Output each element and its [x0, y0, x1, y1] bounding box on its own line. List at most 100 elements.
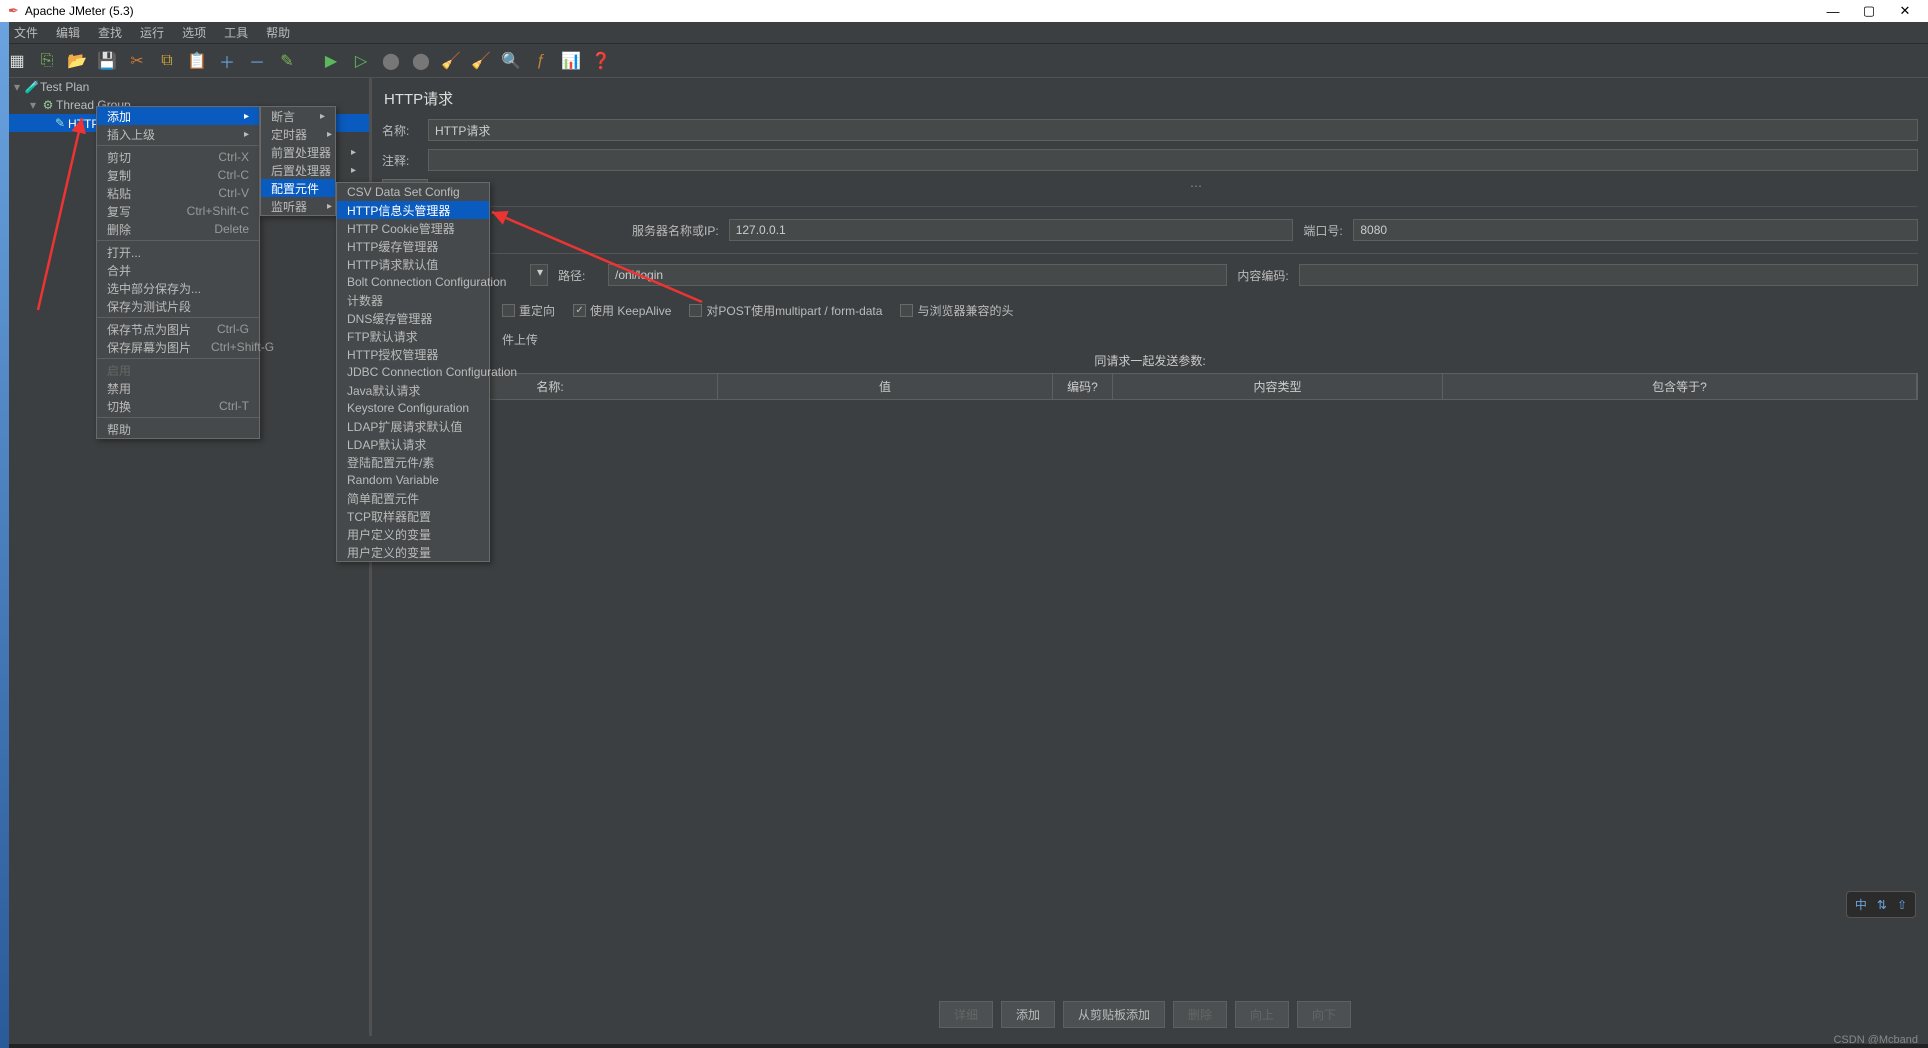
browser-checkbox[interactable]: 与浏览器兼容的头 — [900, 302, 1013, 319]
ctx3-item[interactable]: HTTP请求默认值 — [337, 255, 489, 273]
ctx3-item[interactable]: HTTP Cookie管理器 — [337, 219, 489, 237]
ctx3-item[interactable]: JDBC Connection Configuration — [337, 363, 489, 381]
ctx1-item[interactable]: 复制Ctrl-C — [97, 166, 259, 184]
ctx3-item[interactable]: 登陆配置元件/素 — [337, 453, 489, 471]
ctx1-item[interactable]: 添加▸ — [97, 107, 259, 125]
search-icon[interactable]: 🔍 — [500, 50, 522, 72]
col-encode[interactable]: 编码? — [1053, 374, 1113, 399]
menu-tools[interactable]: 工具 — [216, 21, 256, 44]
clipboard-button[interactable]: 从剪贴板添加 — [1063, 1001, 1165, 1028]
open-icon[interactable]: 📂 — [66, 50, 88, 72]
clearall-icon[interactable]: 🧹 — [470, 50, 492, 72]
down-button[interactable]: 向下 — [1297, 1001, 1351, 1028]
ctx1-item[interactable]: 保存为测试片段 — [97, 297, 259, 315]
ctx1-item[interactable]: 剪切Ctrl-X — [97, 148, 259, 166]
cut-icon[interactable]: ✂ — [126, 50, 148, 72]
ctx1-item[interactable]: 禁用 — [97, 379, 259, 397]
ctx1-item[interactable]: 打开... — [97, 243, 259, 261]
ctx2-item[interactable]: 配置元件▸ — [261, 179, 335, 197]
delete-button[interactable]: 删除 — [1173, 1001, 1227, 1028]
help-icon[interactable]: ❓ — [590, 50, 612, 72]
ctx1-item[interactable]: 复写Ctrl+Shift-C — [97, 202, 259, 220]
wand-icon[interactable]: ✎ — [276, 50, 298, 72]
ctx1-item[interactable]: 插入上级▸ — [97, 125, 259, 143]
ctx1-item[interactable]: 启用 — [97, 361, 259, 379]
float-icon-a[interactable]: 中 — [1855, 896, 1867, 913]
ctx2-item[interactable]: 定时器▸ — [261, 125, 335, 143]
ctx1-item[interactable]: 切换Ctrl-T — [97, 397, 259, 415]
ctx3-item[interactable]: LDAP扩展请求默认值 — [337, 417, 489, 435]
clear-icon[interactable]: 🧹 — [440, 50, 462, 72]
ctx1-item[interactable]: 帮助 — [97, 420, 259, 438]
menu-options[interactable]: 选项 — [174, 21, 214, 44]
ctx3-item[interactable]: CSV Data Set Config — [337, 183, 489, 201]
redirect-checkbox[interactable]: 重定向 — [502, 302, 555, 319]
close-button[interactable]: ✕ — [1898, 4, 1912, 18]
templates-icon[interactable]: ⎘ — [36, 50, 58, 72]
ctx3-item[interactable]: Java默认请求 — [337, 381, 489, 399]
tree-testplan[interactable]: ▾🧪 Test Plan — [0, 78, 369, 96]
stop-icon[interactable]: ⬤ — [380, 50, 402, 72]
ctx3-item[interactable]: 计数器 — [337, 291, 489, 309]
remove-icon[interactable]: － — [246, 50, 268, 72]
new-icon[interactable]: ▦ — [6, 50, 28, 72]
ctx3-item[interactable]: LDAP默认请求 — [337, 435, 489, 453]
ctx2-item[interactable]: 前置处理器▸ — [261, 143, 335, 161]
float-icon-b[interactable]: ⇅ — [1877, 898, 1887, 912]
ctx1-item[interactable]: 保存屏幕为图片Ctrl+Shift-G — [97, 338, 259, 356]
menu-file[interactable]: 文件 — [6, 21, 46, 44]
start-notimers-icon[interactable]: ▷ — [350, 50, 372, 72]
upload-tab-label[interactable]: 件上传 — [382, 331, 1918, 348]
ctx3-item[interactable]: 简单配置元件 — [337, 489, 489, 507]
keepalive-checkbox[interactable]: ✓使用 KeepAlive — [573, 302, 671, 319]
method-dropdown-caret[interactable]: ▾ — [530, 264, 548, 286]
up-button[interactable]: 向上 — [1235, 1001, 1289, 1028]
minimize-button[interactable]: — — [1826, 4, 1840, 18]
ctx3-item[interactable]: 用户定义的变量 — [337, 525, 489, 543]
add-icon[interactable]: ＋ — [216, 50, 238, 72]
encoding-input[interactable] — [1299, 264, 1918, 286]
ctx3-item[interactable]: FTP默认请求 — [337, 327, 489, 345]
float-toolbar[interactable]: 中 ⇅ ⇧ — [1846, 891, 1916, 918]
multipart-checkbox[interactable]: 对POST使用multipart / form-data — [689, 302, 882, 319]
save-icon[interactable]: 💾 — [96, 50, 118, 72]
ctx3-item[interactable]: 用户定义的变量 — [337, 543, 489, 561]
port-input[interactable] — [1353, 219, 1918, 241]
col-value[interactable]: 值 — [718, 374, 1053, 399]
menu-help[interactable]: 帮助 — [258, 21, 298, 44]
ctx3-item[interactable]: HTTP授权管理器 — [337, 345, 489, 363]
ctx3-item[interactable]: HTTP缓存管理器 — [337, 237, 489, 255]
copy-icon[interactable]: ⧉ — [156, 50, 178, 72]
detail-button[interactable]: 详细 — [939, 1001, 993, 1028]
ctx2-item[interactable]: 监听器▸ — [261, 197, 335, 215]
ctx1-item[interactable]: 选中部分保存为... — [97, 279, 259, 297]
ctx3-item[interactable]: DNS缓存管理器 — [337, 309, 489, 327]
ctx1-item[interactable]: 合并 — [97, 261, 259, 279]
ctx3-item[interactable]: TCP取样器配置 — [337, 507, 489, 525]
ctx1-item[interactable]: 粘贴Ctrl-V — [97, 184, 259, 202]
add-button[interactable]: 添加 — [1001, 1001, 1055, 1028]
menu-run[interactable]: 运行 — [132, 21, 172, 44]
menu-edit[interactable]: 编辑 — [48, 21, 88, 44]
float-icon-c[interactable]: ⇧ — [1897, 898, 1907, 912]
ctx2-item[interactable]: 后置处理器▸ — [261, 161, 335, 179]
ctx1-item[interactable]: 保存节点为图片Ctrl-G — [97, 320, 259, 338]
ctx3-item[interactable]: Random Variable — [337, 471, 489, 489]
ctx3-item[interactable]: Bolt Connection Configuration — [337, 273, 489, 291]
function-icon[interactable]: ƒ — [530, 50, 552, 72]
path-input[interactable] — [608, 264, 1227, 286]
ctx2-item[interactable]: 断言▸ — [261, 107, 335, 125]
ctx3-item[interactable]: Keystore Configuration — [337, 399, 489, 417]
comment-input[interactable] — [428, 149, 1918, 171]
col-include[interactable]: 包含等于? — [1443, 374, 1917, 399]
maximize-button[interactable]: ▢ — [1862, 4, 1876, 18]
report-icon[interactable]: 📊 — [560, 50, 582, 72]
server-input[interactable] — [729, 219, 1294, 241]
menu-search[interactable]: 查找 — [90, 21, 130, 44]
paste-icon[interactable]: 📋 — [186, 50, 208, 72]
ctx1-item[interactable]: 删除Delete — [97, 220, 259, 238]
col-ctype[interactable]: 内容类型 — [1113, 374, 1443, 399]
start-icon[interactable]: ▶ — [320, 50, 342, 72]
ctx3-item[interactable]: HTTP信息头管理器 — [337, 201, 489, 219]
name-input[interactable] — [428, 119, 1918, 141]
